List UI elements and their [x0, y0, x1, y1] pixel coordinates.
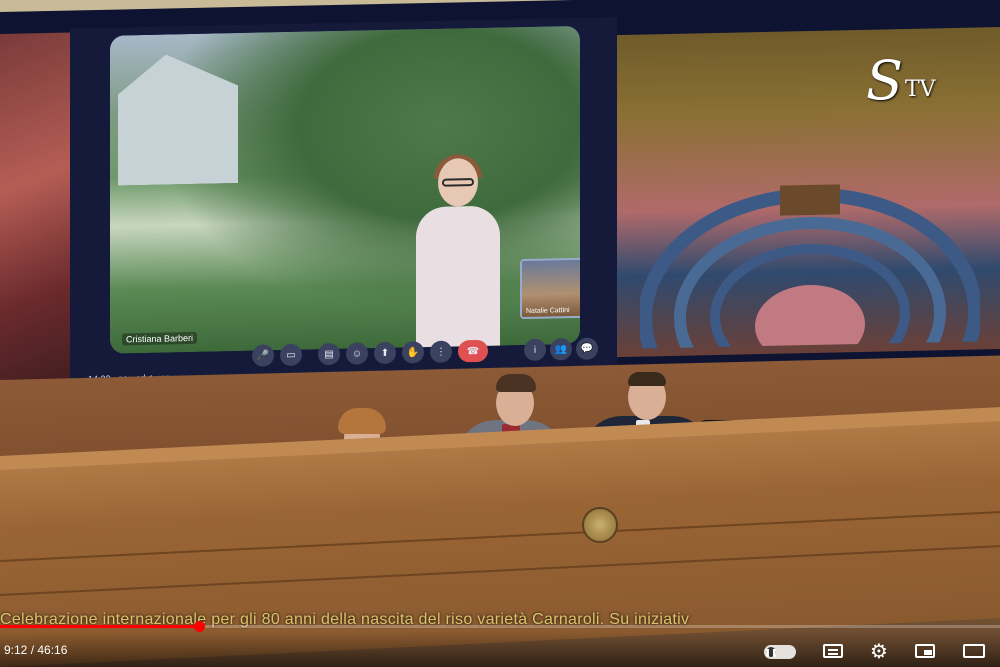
gear-icon: ⚙ — [870, 640, 888, 663]
senate-chamber-feed — [617, 27, 1000, 358]
miniplayer-button[interactable] — [914, 640, 936, 662]
info-icon: i — [524, 338, 546, 362]
progress-played — [0, 625, 199, 628]
channel-logo: S TV — [866, 54, 936, 108]
pip-label: Natalie Cattini — [526, 307, 570, 315]
mic-icon: 🎤 — [252, 344, 274, 367]
participant-name-tag: Cristiana Barberi — [122, 331, 198, 346]
end-call-icon: ☎ — [458, 339, 488, 363]
hemicycle-left-panel — [0, 32, 70, 406]
self-view-thumbnail: Natalie Cattini — [520, 257, 580, 320]
time-display: 9:12 / 46:16 — [4, 643, 68, 657]
video-wall-screen: Natalie Cattini Cristiana Barberi 🎤 ▭ ▤ … — [0, 0, 1000, 406]
progress-bar[interactable] — [0, 621, 1000, 632]
camera-icon: ▭ — [280, 343, 302, 367]
people-icon: 👥 — [550, 338, 572, 361]
subtitles-button[interactable] — [822, 640, 844, 662]
emoji-icon: ☺ — [346, 342, 368, 365]
video-player[interactable]: Natalie Cattini Cristiana Barberi 🎤 ▭ ▤ … — [0, 0, 1000, 667]
pause-icon: ❚❚ — [764, 647, 778, 657]
hemicycle-seats — [640, 184, 980, 349]
senate-emblem — [582, 507, 618, 543]
settings-button[interactable]: ⚙ — [868, 640, 890, 663]
theater-mode-button[interactable] — [962, 640, 986, 662]
progress-scrubber[interactable] — [194, 621, 205, 632]
miniplayer-icon — [915, 644, 935, 658]
hand-icon: ✋ — [402, 341, 424, 364]
controls-gradient — [0, 632, 1000, 667]
garden-house — [118, 53, 238, 186]
chat-icon: 💬 — [576, 337, 598, 360]
subtitles-icon — [823, 644, 843, 658]
remote-participant-video: Natalie Cattini Cristiana Barberi — [110, 25, 580, 354]
present-icon: ⬆ — [374, 341, 396, 365]
remote-participant — [410, 153, 506, 354]
logo-suffix: TV — [905, 76, 936, 102]
theater-mode-icon — [963, 644, 985, 658]
video-call-panel: Natalie Cattini Cristiana Barberi 🎤 ▭ ▤ … — [70, 17, 617, 401]
logo-letter: S — [866, 49, 903, 112]
autoplay-toggle[interactable]: ❚❚ — [764, 645, 796, 659]
more-icon: ⋮ — [430, 340, 452, 363]
captions-icon: ▤ — [318, 342, 340, 366]
